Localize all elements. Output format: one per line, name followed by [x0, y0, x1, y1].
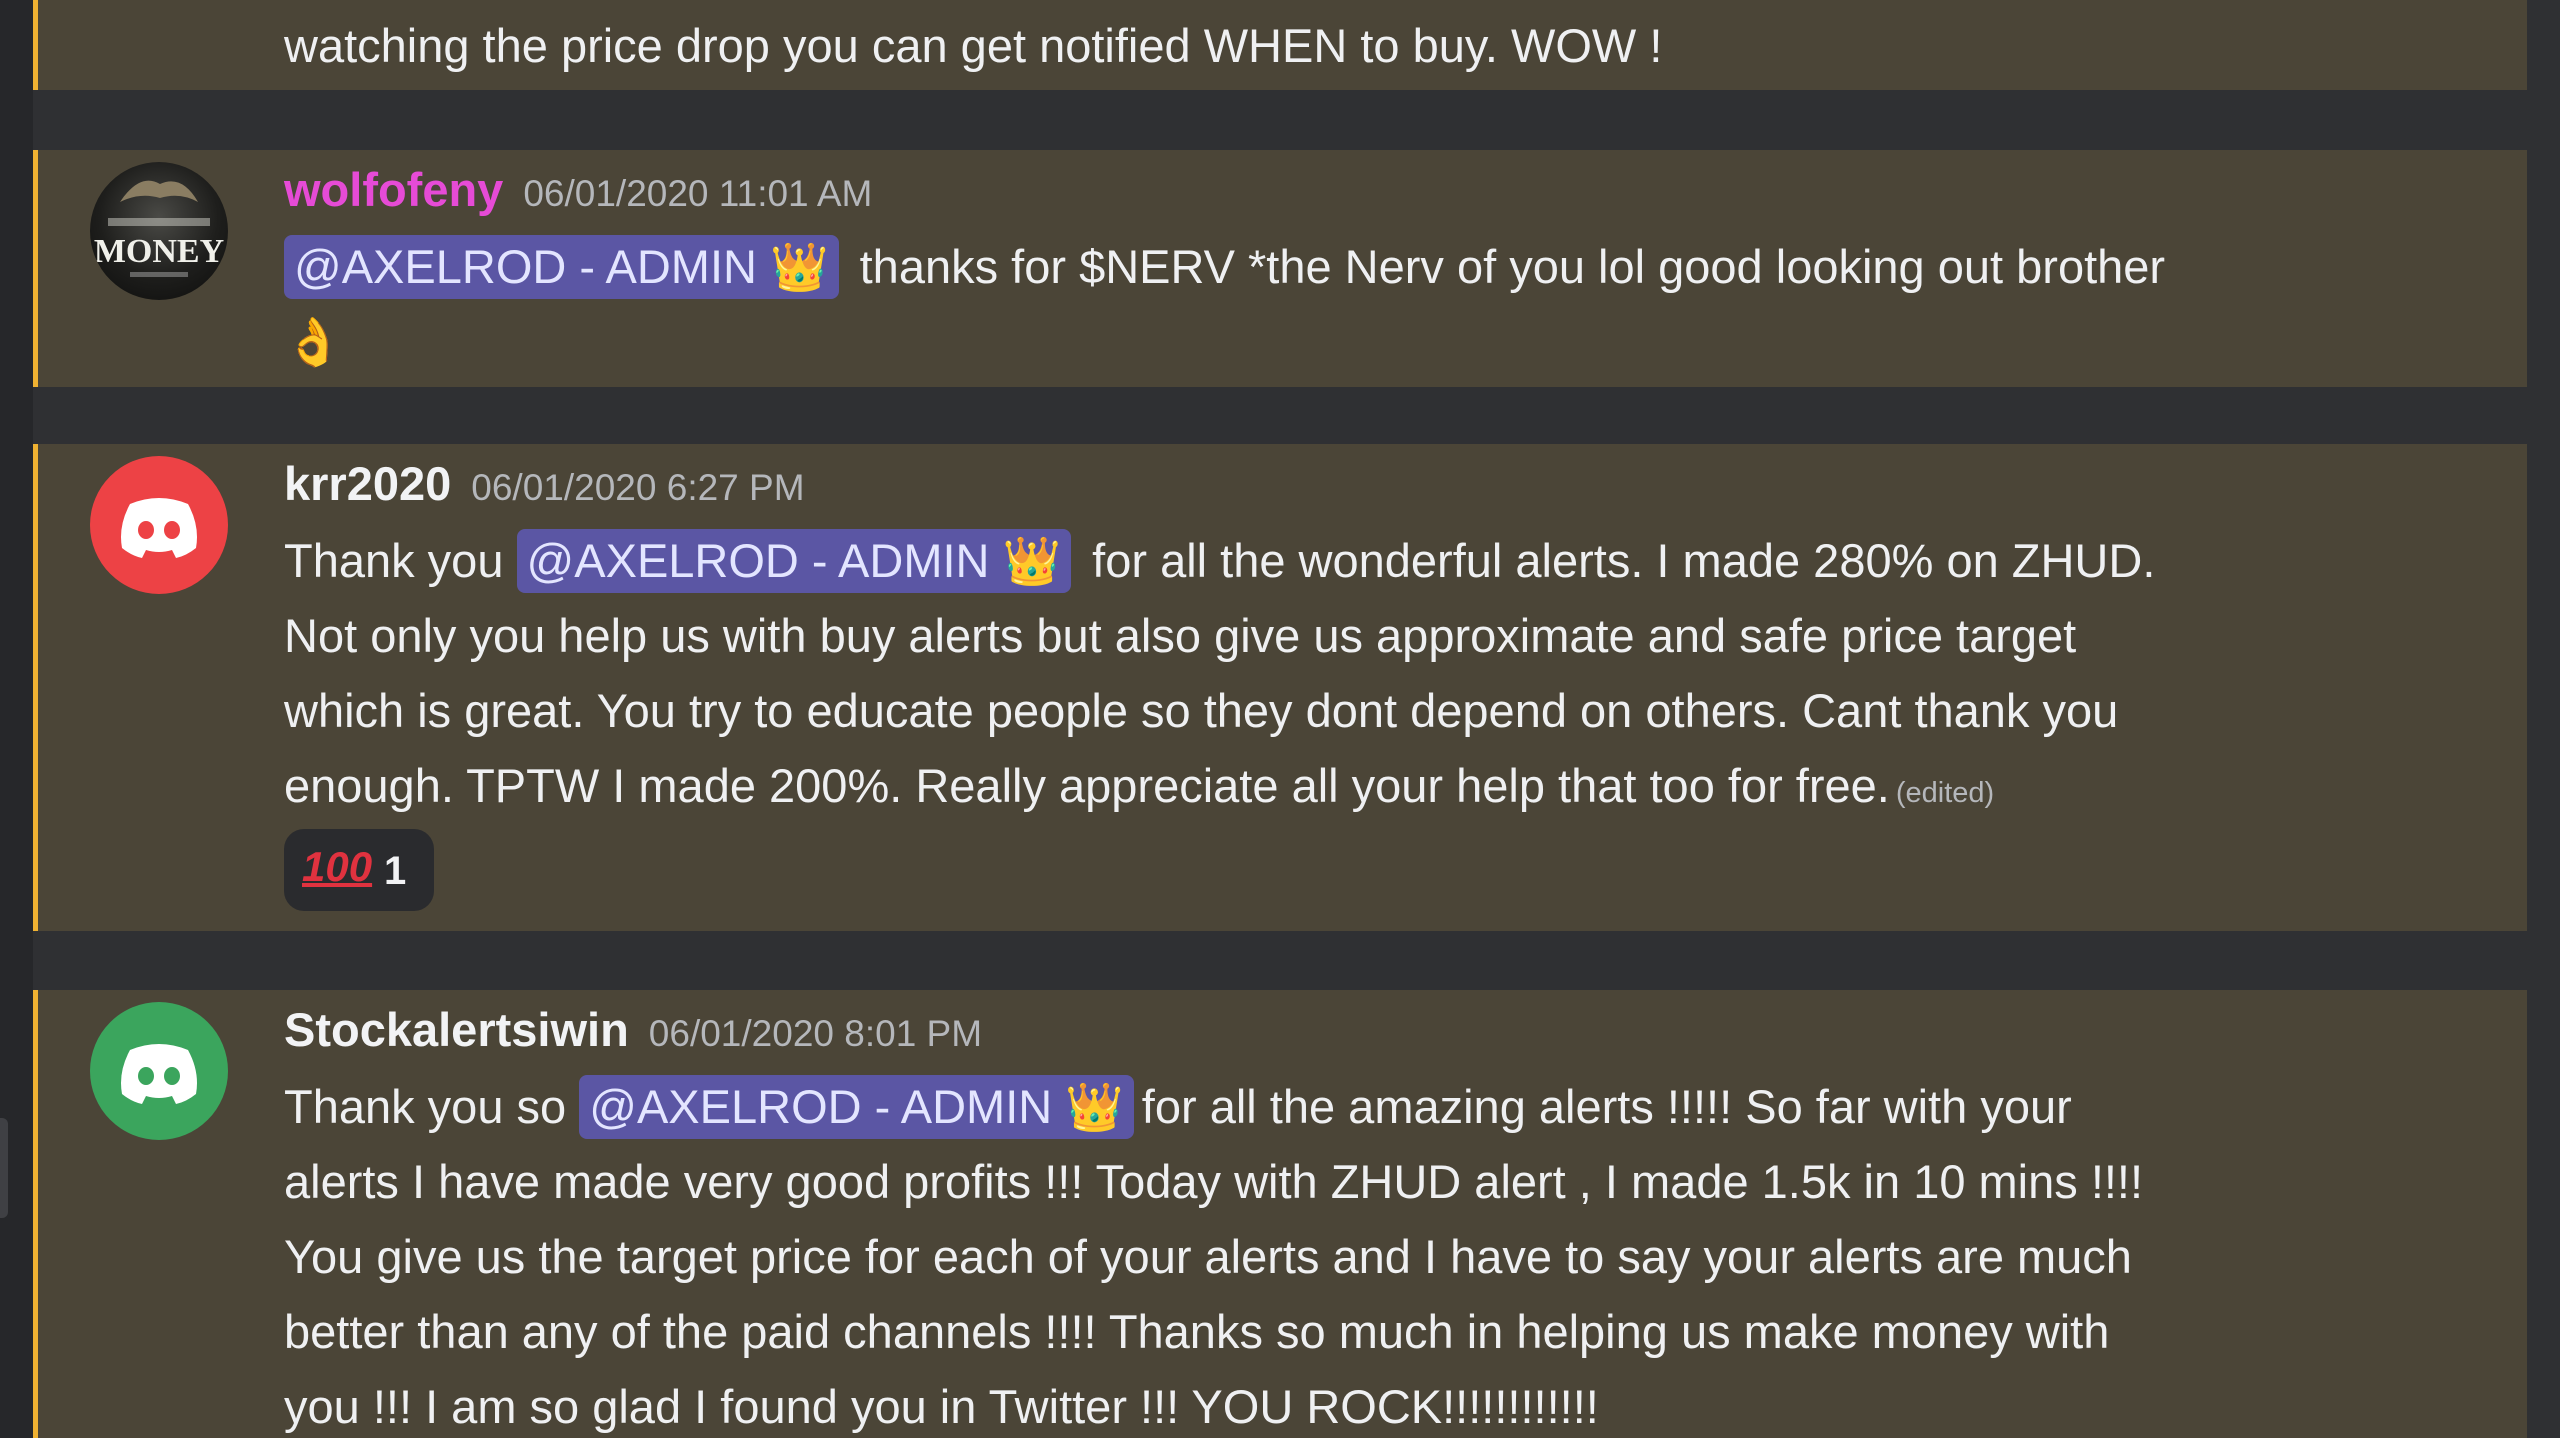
message-continuation: watching the price drop you can get noti… [33, 0, 2527, 90]
user-mention[interactable]: @AXELROD - ADMIN 👑 [579, 1075, 1134, 1139]
edited-label: (edited) [1895, 777, 1995, 809]
message-line: enough. TPTW I made 200%. Really appreci… [284, 759, 1995, 812]
username[interactable]: wolfofeny [284, 163, 503, 216]
crown-icon: 👑 [770, 240, 829, 293]
hundred-points-icon: 100 [302, 843, 373, 890]
crown-icon: 👑 [1065, 1080, 1124, 1133]
message-header: wolfofeny 06/01/2020 11:01 AM [284, 162, 872, 217]
message-wolfofeny: MONEY wolfofeny 06/01/2020 11:01 AM @AXEL… [33, 150, 2527, 387]
message-line: watching the price drop you can get noti… [284, 19, 1663, 72]
message-line: better than any of the paid channels !!!… [284, 1305, 2110, 1358]
discord-logo-icon [121, 1044, 197, 1104]
timestamp[interactable]: 06/01/2020 6:27 PM [471, 467, 804, 508]
reaction-button[interactable]: 100 1 [284, 829, 434, 911]
message-stockalertsiwin: Stockalertsiwin 06/01/2020 8:01 PM Thank … [33, 990, 2527, 1438]
username[interactable]: krr2020 [284, 457, 451, 510]
avatar-image-icon: MONEY [94, 180, 224, 277]
svg-text:MONEY: MONEY [94, 233, 224, 270]
message-line: which is great. You try to educate peopl… [284, 684, 2119, 737]
message-line: @AXELROD - ADMIN 👑 thanks for $NERV *the… [284, 229, 2514, 304]
message-line: You give us the target price for each of… [284, 1230, 2132, 1283]
message-line: Thank you @AXELROD - ADMIN 👑 for all the… [284, 523, 2514, 598]
message-header: Stockalertsiwin 06/01/2020 8:01 PM [284, 1002, 982, 1057]
user-mention[interactable]: @AXELROD - ADMIN 👑 [516, 529, 1072, 593]
message-line: Thank you so @AXELROD - ADMIN 👑 for all t… [284, 1069, 2514, 1144]
username[interactable]: Stockalertsiwin [284, 1003, 629, 1056]
timestamp[interactable]: 06/01/2020 8:01 PM [649, 1013, 982, 1054]
ok-hand-icon: 👌 [284, 315, 343, 368]
crown-icon: 👑 [1002, 534, 1062, 587]
avatar[interactable] [90, 456, 228, 594]
message-text: @AXELROD - ADMIN 👑 thanks for $NERV *the… [284, 229, 2514, 379]
sidebar-scroll-handle[interactable] [0, 1118, 8, 1218]
timestamp[interactable]: 06/01/2020 11:01 AM [523, 173, 872, 214]
discord-logo-icon [121, 498, 197, 558]
avatar[interactable] [90, 1002, 228, 1140]
message-text: Thank you @AXELROD - ADMIN 👑 for all the… [284, 523, 2514, 823]
message-text: Thank you so @AXELROD - ADMIN 👑 for all t… [284, 1069, 2514, 1438]
message-text: watching the price drop you can get noti… [284, 8, 2514, 83]
message-line: you !!! I am so glad I found you in Twit… [284, 1380, 1599, 1433]
avatar[interactable]: MONEY [90, 162, 228, 300]
message-line: Not only you help us with buy alerts but… [284, 609, 2077, 662]
channel-sidebar-edge [0, 0, 33, 1438]
reaction-count: 1 [384, 849, 407, 893]
user-mention[interactable]: @AXELROD - ADMIN 👑 [284, 235, 839, 299]
message-header: krr2020 06/01/2020 6:27 PM [284, 456, 805, 511]
message-krr2020: krr2020 06/01/2020 6:27 PM Thank you @AXE… [33, 444, 2527, 931]
chat-window: watching the price drop you can get noti… [0, 0, 2560, 1438]
message-line: alerts I have made very good profits !!!… [284, 1155, 2144, 1208]
